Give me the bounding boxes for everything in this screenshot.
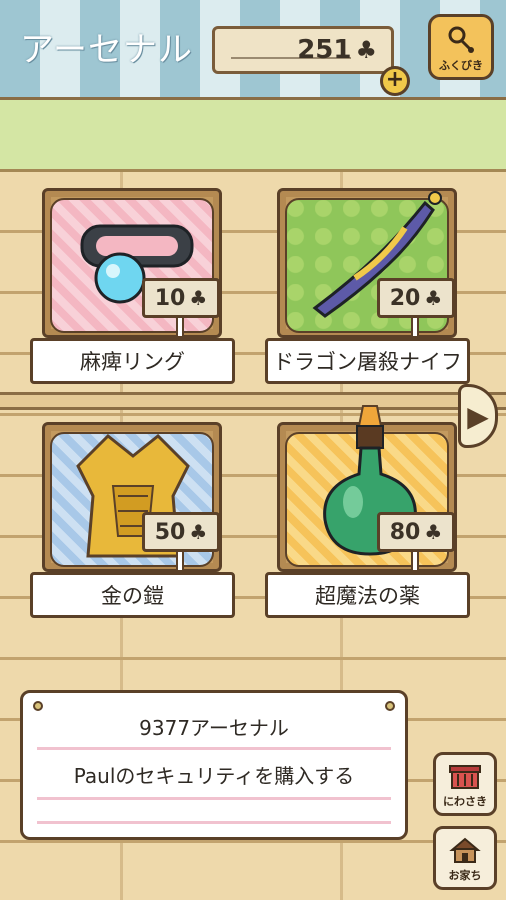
- clover-icon: ♣: [424, 520, 443, 544]
- gacha-button[interactable]: ふくびき: [428, 14, 494, 80]
- clover-icon: ♣: [189, 286, 208, 310]
- dialog-line-1: 9377アーセナル: [139, 716, 289, 740]
- price-tag: 10 ♣: [142, 278, 220, 318]
- item-name: 麻痺リング: [30, 338, 235, 384]
- dialog-box[interactable]: 9377アーセナル Paulのセキュリティを購入する: [20, 690, 408, 840]
- coin-counter: 251 ♣: [212, 26, 394, 74]
- pin-icon: [33, 701, 43, 711]
- dialog-line-2: Paulのセキュリティを購入する: [73, 764, 355, 788]
- shop-item-paralysis-ring[interactable]: 10 ♣ 麻痺リング: [30, 188, 235, 388]
- price-tag: 20 ♣: [377, 278, 455, 318]
- house-icon: [449, 837, 481, 863]
- item-name: 金の鎧: [30, 572, 235, 618]
- shop-item-gold-armor[interactable]: 50 ♣ 金の鎧: [30, 422, 235, 622]
- item-name: 超魔法の薬: [265, 572, 470, 618]
- coin-value: 251: [297, 35, 352, 65]
- shop-item-dragon-knife[interactable]: 20 ♣ ドラゴン屠殺ナイフ: [265, 188, 470, 388]
- home-button[interactable]: お家ち: [433, 826, 497, 890]
- shop-title: アーセナル: [20, 30, 193, 70]
- home-label: お家ち: [448, 869, 482, 882]
- yard-label: にわさき: [443, 795, 487, 808]
- yard-button[interactable]: にわさき: [433, 752, 497, 816]
- shop-item-super-magic-potion[interactable]: 80 ♣ 超魔法の薬: [265, 405, 470, 622]
- pin-icon: [385, 701, 395, 711]
- clover-icon: ♣: [189, 520, 208, 544]
- price-tag: 80 ♣: [377, 512, 455, 552]
- yard-gate-icon: [449, 765, 481, 789]
- clover-icon: ♣: [424, 286, 443, 310]
- add-coins-button[interactable]: +: [380, 66, 410, 96]
- clover-icon: ♣: [355, 36, 377, 64]
- item-name: ドラゴン屠殺ナイフ: [265, 338, 470, 384]
- grass-strip: [0, 100, 506, 172]
- price-tag: 50 ♣: [142, 512, 220, 552]
- gacha-label: ふくびき: [439, 59, 483, 72]
- gacha-handle-icon: [448, 26, 474, 53]
